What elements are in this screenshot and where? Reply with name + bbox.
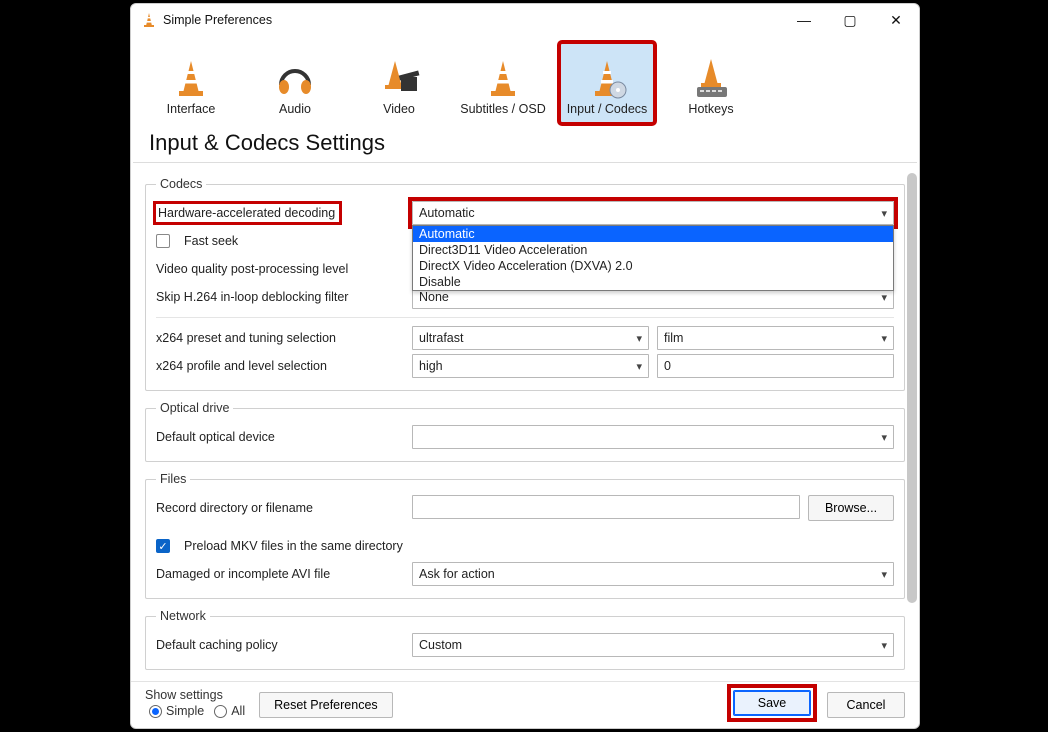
x264-tune-value: film bbox=[664, 331, 683, 345]
x264-preset-value: ultrafast bbox=[419, 331, 463, 345]
damaged-avi-select[interactable]: Ask for action bbox=[412, 562, 894, 586]
vlc-cone-icon bbox=[141, 12, 157, 28]
x264-tune-select[interactable]: film bbox=[657, 326, 894, 350]
hw-decoding-dropdown: Automatic Direct3D11 Video Acceleration … bbox=[412, 225, 894, 291]
cone-disc-icon bbox=[583, 56, 631, 102]
preload-mkv-checkbox[interactable]: ✓ bbox=[156, 539, 170, 553]
tab-interface-label: Interface bbox=[167, 102, 216, 116]
x264-profile-label: x264 profile and level selection bbox=[156, 359, 404, 373]
divider bbox=[156, 317, 894, 318]
cache-policy-value: Custom bbox=[419, 638, 462, 652]
group-network: Network Default caching policy Custom bbox=[145, 609, 905, 670]
vq-label: Video quality post-processing level bbox=[156, 262, 404, 276]
hw-decoding-label: Hardware-accelerated decoding bbox=[156, 204, 339, 222]
x264-profile-value: high bbox=[419, 359, 443, 373]
show-settings-label: Show settings bbox=[145, 688, 245, 702]
titlebar: Simple Preferences — ▢ ✕ bbox=[131, 4, 919, 36]
scrollbar[interactable] bbox=[907, 173, 917, 603]
optical-device-select[interactable] bbox=[412, 425, 894, 449]
tab-interface[interactable]: Interface bbox=[143, 42, 239, 124]
damaged-avi-label: Damaged or incomplete AVI file bbox=[156, 567, 404, 581]
minimize-button[interactable]: — bbox=[781, 4, 827, 36]
cache-policy-label: Default caching policy bbox=[156, 638, 404, 652]
group-codecs-legend: Codecs bbox=[156, 177, 206, 191]
group-codecs: Codecs Hardware-accelerated decoding Aut… bbox=[145, 177, 905, 391]
fast-seek-label: Fast seek bbox=[184, 234, 238, 248]
hw-decoding-select[interactable]: Automatic bbox=[412, 201, 894, 225]
settings-scroll-area: Codecs Hardware-accelerated decoding Aut… bbox=[131, 163, 919, 681]
preload-mkv-label: Preload MKV files in the same directory bbox=[184, 539, 403, 553]
radio-simple[interactable] bbox=[149, 705, 162, 718]
tab-subtitles[interactable]: Subtitles / OSD bbox=[455, 42, 551, 124]
record-dir-input[interactable] bbox=[412, 495, 800, 519]
x264-profile-select[interactable]: high bbox=[412, 354, 649, 378]
damaged-avi-value: Ask for action bbox=[419, 567, 495, 581]
group-files-legend: Files bbox=[156, 472, 190, 486]
cancel-button[interactable]: Cancel bbox=[827, 692, 905, 718]
close-button[interactable]: ✕ bbox=[873, 4, 919, 36]
radio-simple-label: Simple bbox=[166, 704, 204, 718]
radio-all-label: All bbox=[231, 704, 245, 718]
save-button[interactable]: Save bbox=[733, 690, 811, 716]
radio-all[interactable] bbox=[214, 705, 227, 718]
hw-option-dxva2[interactable]: DirectX Video Acceleration (DXVA) 2.0 bbox=[413, 258, 893, 274]
category-tabs: Interface Audio Video Subtitles / OSD In… bbox=[131, 36, 919, 126]
reset-preferences-button[interactable]: Reset Preferences bbox=[259, 692, 393, 718]
browse-button[interactable]: Browse... bbox=[808, 495, 894, 521]
footer: Show settings Simple All Reset Preferenc… bbox=[131, 681, 919, 728]
save-highlight: Save bbox=[731, 688, 813, 718]
tab-hotkeys[interactable]: Hotkeys bbox=[663, 42, 759, 124]
hw-decoding-value: Automatic bbox=[419, 206, 475, 220]
x264-level-value: 0 bbox=[664, 359, 671, 373]
group-optical: Optical drive Default optical device bbox=[145, 401, 905, 462]
skip-h264-label: Skip H.264 in-loop deblocking filter bbox=[156, 290, 404, 304]
window-title: Simple Preferences bbox=[163, 13, 272, 27]
preferences-window: Simple Preferences — ▢ ✕ Interface Audio… bbox=[130, 3, 920, 729]
tab-subtitles-label: Subtitles / OSD bbox=[460, 102, 545, 116]
show-settings-group: Show settings Simple All bbox=[145, 688, 245, 718]
hw-option-automatic[interactable]: Automatic bbox=[413, 226, 893, 242]
cache-policy-select[interactable]: Custom bbox=[412, 633, 894, 657]
optical-device-label: Default optical device bbox=[156, 430, 404, 444]
page-title: Input & Codecs Settings bbox=[133, 126, 917, 163]
group-optical-legend: Optical drive bbox=[156, 401, 233, 415]
cone-keyboard-icon bbox=[687, 56, 735, 102]
tab-video[interactable]: Video bbox=[351, 42, 447, 124]
tab-input-codecs-label: Input / Codecs bbox=[567, 102, 648, 116]
group-files: Files Record directory or filename Brows… bbox=[145, 472, 905, 599]
record-dir-label: Record directory or filename bbox=[156, 501, 404, 515]
x264-preset-select[interactable]: ultrafast bbox=[412, 326, 649, 350]
interface-cone-icon bbox=[167, 56, 215, 102]
clapper-cone-icon bbox=[375, 56, 423, 102]
tab-video-label: Video bbox=[383, 102, 415, 116]
x264-level-input[interactable]: 0 bbox=[657, 354, 894, 378]
fast-seek-checkbox[interactable] bbox=[156, 234, 170, 248]
group-network-legend: Network bbox=[156, 609, 210, 623]
hw-option-disable[interactable]: Disable bbox=[413, 274, 893, 290]
tab-audio-label: Audio bbox=[279, 102, 311, 116]
tab-audio[interactable]: Audio bbox=[247, 42, 343, 124]
tab-input-codecs[interactable]: Input / Codecs bbox=[559, 42, 655, 124]
skip-h264-value: None bbox=[419, 290, 449, 304]
headphones-icon bbox=[271, 56, 319, 102]
maximize-button[interactable]: ▢ bbox=[827, 4, 873, 36]
hw-option-d3d11[interactable]: Direct3D11 Video Acceleration bbox=[413, 242, 893, 258]
x264-preset-label: x264 preset and tuning selection bbox=[156, 331, 404, 345]
cone-icon bbox=[479, 56, 527, 102]
tab-hotkeys-label: Hotkeys bbox=[688, 102, 733, 116]
